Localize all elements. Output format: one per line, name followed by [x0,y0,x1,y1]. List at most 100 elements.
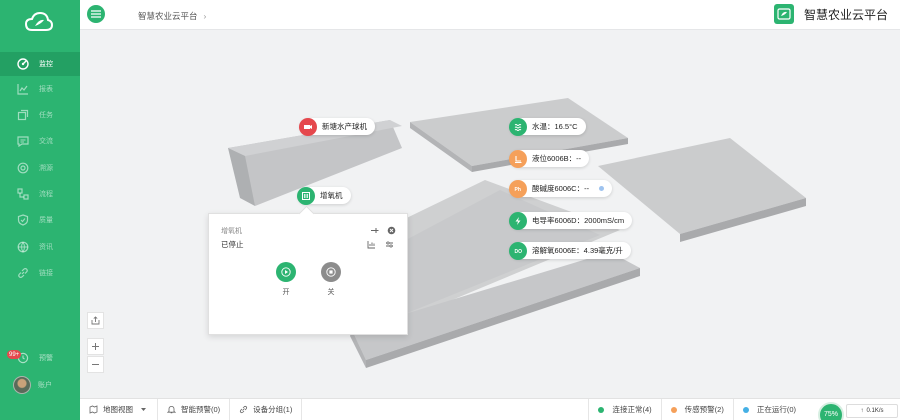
sensor-tag-ph[interactable]: Ph 酸碱度6006C：-- [509,179,613,198]
power-off-label: 关 [327,289,335,296]
power-off-button[interactable] [321,262,341,282]
bell-icon [167,406,176,414]
process-icon [17,188,29,200]
sidebar-item-label: 资讯 [39,244,53,251]
sidebar-item-account[interactable]: 账户 [0,374,80,396]
thermometer-icon [509,117,527,136]
sidebar-item-quality[interactable]: 质量 [0,208,80,232]
tag-label: 液位6006B：-- [532,154,582,163]
sidebar-item-track[interactable]: 溯源 [0,156,80,180]
alarm-count-badge: 99+ [7,350,22,359]
status-dot [599,186,605,191]
map-view[interactable]: 新塘水产球机 增氧机 水温：16.5°C 液位6006B：-- Ph 酸碱度60… [80,30,900,398]
task-icon [17,109,29,121]
zoom-out-button[interactable] [87,356,104,373]
settings-sliders-icon[interactable] [384,239,394,249]
breadcrumb-item[interactable]: 智慧农业云平台 [138,11,198,21]
sidebar: 监控 报表 任务 交流 溯源 流程 质量 资讯 链接 预警 99+ 账户 [0,0,80,420]
oxygen-icon: DO [509,241,527,260]
menu-toggle-button[interactable] [87,5,105,23]
map-icon [89,405,98,414]
play-icon [281,267,291,277]
device-tag-camera[interactable]: 新塘水产球机 [299,117,375,136]
device-tag-aerator[interactable]: 增氧机 [297,186,351,205]
sidebar-item-label: 监控 [39,61,53,68]
cloud-logo-icon[interactable] [24,10,54,34]
sidebar-item-chat[interactable]: 交流 [0,129,80,153]
device-status: 已停止 [221,240,244,249]
tag-label: 新塘水产球机 [322,122,367,131]
upload-arrow-icon: ↑ [860,408,864,414]
share-icon [91,316,100,325]
status-dot [598,406,605,413]
svg-text:DO: DO [515,249,523,255]
status-dot [742,406,749,413]
popup-title: 增氧机 [221,228,242,235]
tag-label: 酸碱度6006C：-- [532,184,590,193]
sidebar-item-label: 交流 [39,138,53,145]
sidebar-item-link[interactable]: 链接 [0,261,80,285]
hamburger-icon [91,10,101,18]
status-connected[interactable]: 连接正常(4) [588,398,660,420]
chart-icon [17,83,29,95]
link-icon [17,267,29,279]
farm-plots [228,98,806,368]
sidebar-item-report[interactable]: 报表 [0,77,80,101]
sidebar-item-process[interactable]: 流程 [0,182,80,206]
avatar[interactable] [13,376,31,394]
stop-icon [326,267,336,277]
zoom-in-button[interactable] [87,338,104,355]
caret-down-icon [141,408,146,411]
tag-label: 溶解氧6006E：4.39毫克/升 [532,246,623,255]
sidebar-item-label: 溯源 [39,165,53,172]
tag-label: 电导率6006D：2000mS/cm [532,216,625,225]
smart-alarm-label: 智能预警(0) [181,405,221,414]
status-label: 传感预警(2) [684,405,724,414]
breadcrumb: 智慧农业云平台 › [138,10,206,22]
sidebar-item-label: 质量 [39,217,53,224]
camera-icon [299,117,317,136]
sensor-tag-oxygen[interactable]: DO 溶解氧6006E：4.39毫克/升 [509,241,631,260]
bottom-bar: 地图视图 智能预警(0) 设备分组(1) 连接正常(4) 传感预警(2) 正在运… [80,398,900,420]
sidebar-item-label: 流程 [39,191,53,198]
dashboard-icon [17,58,29,70]
sidebar-item-monitor[interactable]: 监控 [0,52,80,76]
map-view-dropdown[interactable]: 地图视图 [80,398,158,420]
tag-label: 增氧机 [320,191,343,200]
smart-alarm-button[interactable]: 智能预警(0) [158,398,231,420]
power-on-button[interactable] [276,262,296,282]
status-sensor-alarm[interactable]: 传感预警(2) [660,398,733,420]
export-button[interactable] [87,312,104,329]
chart-history-icon[interactable] [366,239,376,249]
svg-text:Ph: Ph [515,187,521,193]
sensor-tag-water-temp[interactable]: 水温：16.5°C [509,117,586,136]
breadcrumb-separator: › [203,11,207,21]
sidebar-item-task[interactable]: 任务 [0,103,80,127]
network-speed-readout: ↑ 0.1K/s [846,404,898,418]
status-label: 正在运行(0) [756,405,796,414]
close-icon[interactable] [386,225,396,235]
minus-icon [92,364,99,365]
device-group-button[interactable]: 设备分组(1) [230,398,303,420]
sidebar-item-label: 报表 [39,86,53,93]
status-dot [670,406,677,413]
chat-icon [17,135,29,147]
level-icon [509,149,527,168]
device-control-popup: 增氧机 已停止 开 关 [208,213,408,335]
sidebar-item-news[interactable]: 资讯 [0,235,80,259]
aerator-icon [297,186,315,205]
top-bar: 智慧农业云平台 › 智慧农业云平台 [80,0,900,30]
sidebar-item-label: 预警 [39,355,53,362]
network-speed-value: 0.1K/s [866,408,884,414]
shield-icon [17,214,29,226]
trace-icon [17,162,29,174]
app-title: 智慧农业云平台 [803,7,888,22]
tag-label: 水温：16.5°C [532,122,578,131]
globe-icon [17,241,29,253]
pin-icon[interactable] [369,225,379,235]
status-label: 连接正常(4) [612,405,652,414]
sensor-tag-conductivity[interactable]: 电导率6006D：2000mS/cm [509,211,633,230]
sidebar-item-label: 链接 [39,270,53,277]
sidebar-item-label: 账户 [38,382,52,389]
sensor-tag-level[interactable]: 液位6006B：-- [509,149,590,168]
